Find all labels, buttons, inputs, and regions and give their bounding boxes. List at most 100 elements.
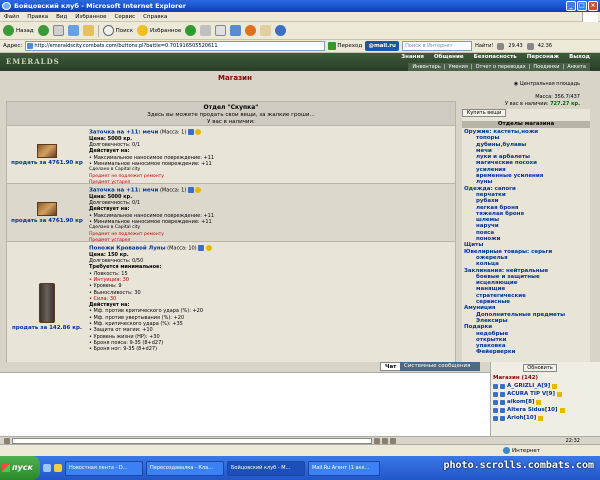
history-button[interactable] [185,25,197,36]
private-message-icon[interactable] [493,399,498,405]
info-icon[interactable] [536,399,542,405]
private-message-icon[interactable] [493,383,498,389]
room-user[interactable]: Arioh[10] [493,414,598,422]
internet-zone-icon [503,447,511,454]
user-name[interactable]: aikom[8] [507,398,534,406]
user-name[interactable]: Arioh[10] [507,414,536,422]
start-button[interactable]: пуск [0,456,40,480]
game-nav-link[interactable]: Выход [569,54,590,60]
private-message-icon[interactable] [493,407,498,413]
game-subnav-link[interactable]: Поединки [533,63,559,71]
departments-panel: Отделы магазина Оружие: кастеты,ножи топо… [462,109,590,369]
game-subnav-link[interactable]: Инвентарь [412,63,440,71]
sharpening-item-image [37,201,57,216]
menu-item[interactable]: Правка [27,12,48,21]
edit-button[interactable] [230,25,242,36]
refresh-users-button[interactable]: Обновить [523,364,557,372]
game-nav-link[interactable]: Персонаж [527,54,559,60]
game-clock: 22:32 [565,437,580,444]
item-name[interactable]: Поножи Кровавой Луны [89,246,166,252]
room-user[interactable]: Altera Sidus[10] [493,406,598,414]
close-button[interactable]: × [588,1,598,11]
maximize-button[interactable]: □ [577,1,587,11]
mail-button[interactable] [200,25,212,36]
quicklaunch-ie-icon[interactable] [43,464,51,472]
print-button[interactable] [215,25,227,36]
menu-item[interactable]: Избранное [75,12,106,21]
item-mass: (Масса: 1) [159,129,187,136]
user-name[interactable]: Altera Sidus[10] [507,406,558,414]
clan-icon [500,383,505,389]
taskbar-task[interactable]: Бойцовский клуб - M... [227,460,305,476]
refresh-button[interactable] [67,25,79,36]
mass-text: Масса: 356.7/437 [535,94,580,100]
info-icon[interactable] [557,391,563,397]
home-button[interactable] [82,25,94,36]
tab-chat[interactable]: Чат [380,362,402,371]
menu-item[interactable]: Сервис [115,12,136,21]
tab-system-messages[interactable]: Системные сообщения [400,362,480,371]
chat-options-icon[interactable] [4,437,10,444]
room-user[interactable]: A_GRIZLI_A[9] [493,382,598,390]
menu-item[interactable]: Файл [4,12,19,21]
sell-link[interactable]: продать за 4761.90 кр [11,218,83,224]
info-icon[interactable] [559,407,565,413]
taskbar-task[interactable]: Пересоздавалка - Кла... [146,460,224,476]
currency-icon [526,42,534,50]
room-user[interactable]: aikom[8] [493,398,598,406]
game-nav-link[interactable]: Общение [434,54,464,60]
chat-input[interactable] [12,437,372,444]
sharpening-item-image [37,143,57,158]
location-link[interactable]: ◉ Центральная площадь [505,81,580,88]
private-message-icon[interactable] [493,391,498,397]
artifact-icon [198,245,205,251]
back-button[interactable]: Назад [3,25,34,36]
item-name[interactable]: Заточка на +11: мечи [89,130,158,136]
room-user[interactable]: ACURA TIP V[9] [493,390,598,398]
stop-button[interactable] [52,25,64,36]
forward-button[interactable] [37,25,49,36]
quicklaunch-desktop-icon[interactable] [54,464,62,472]
taskbar-task[interactable]: Новостная лента - D... [65,460,143,476]
taskbar-task[interactable]: Mail.Ru Агент (1 акк... [308,460,380,476]
address-label: Адрес: [3,43,23,49]
find-button[interactable]: Найти! [475,43,493,49]
folder-button[interactable] [260,25,272,36]
user-name[interactable]: A_GRIZLI_A[9] [507,382,550,390]
sell-link[interactable]: продать за 142.86 кр. [12,325,82,331]
search-button[interactable]: Поиск [102,25,133,36]
gold-icon [195,187,202,193]
info-icon[interactable] [538,415,544,421]
web-search-input[interactable]: Поиск в Интернет [402,41,473,51]
clear-icon[interactable] [390,437,396,444]
minimize-button[interactable]: _ [566,1,576,11]
send-icon[interactable] [374,437,380,444]
game-subnav-link[interactable]: Анкета [567,63,586,71]
user-name[interactable]: ACURA TIP V[9] [507,390,555,398]
info-icon[interactable] [552,383,558,389]
favorites-button[interactable]: Избранное [137,25,181,36]
game-nav-link[interactable]: Знания [401,54,424,60]
item-mass: (Масса: 10) [167,245,197,252]
game-subnav-link[interactable]: Умения [448,63,467,71]
game-subnav-link[interactable]: Отчет о переводах [476,63,526,71]
department-link[interactable]: Фейерверки [464,349,588,355]
messenger-button[interactable] [245,25,257,36]
go-button[interactable]: Переход [328,42,362,50]
smiles-icon[interactable] [382,437,388,444]
url-input[interactable]: http://emeraldscity.combats.com/buttons.… [25,41,326,51]
department-money: У вас в наличии: [207,119,255,125]
menu-item[interactable]: Справка [143,12,167,21]
menu-item[interactable]: Вид [56,12,67,21]
buy-items-button[interactable]: Купить вещи [462,109,506,117]
research-button[interactable] [275,25,287,36]
item-name[interactable]: Заточка на +11: мечи [89,188,158,194]
chat-area[interactable] [0,372,490,436]
private-message-icon[interactable] [493,415,498,421]
game-main-nav: Знания Общение Безопасность Персонаж Выход [401,54,590,60]
window-titlebar: Бойцовский клуб - Microsoft Internet Exp… [0,0,600,12]
toolbar-separator [97,24,99,37]
sell-link[interactable]: продать за 4761.90 кр [11,160,83,166]
window-title: Бойцовский клуб - Microsoft Internet Exp… [14,2,186,10]
game-nav-link[interactable]: Безопасность [474,54,517,60]
